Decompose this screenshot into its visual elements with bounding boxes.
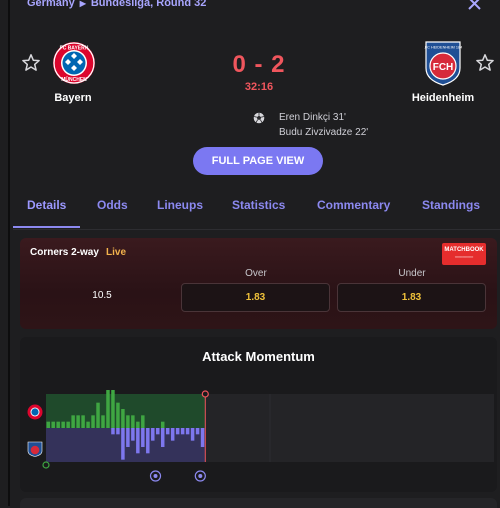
home-momentum-bar [46,421,50,428]
tab-lineups[interactable]: Lineups [157,198,203,212]
active-tab-indicator [13,226,80,228]
tab-statistics[interactable]: Statistics [232,198,285,212]
favorite-away-star-icon[interactable] [475,53,495,73]
favorite-home-star-icon[interactable] [21,53,41,73]
home-momentum-bar [160,421,165,428]
current-minute-marker [201,390,209,398]
away-momentum-bar [190,428,195,441]
heidenheim-mini-crest-icon [27,441,43,457]
goal-ball-icon [253,112,265,124]
away-momentum-bar [121,428,125,460]
away-team-name[interactable]: Heidenheim [393,92,493,104]
away-momentum-bar [180,428,185,435]
goal-scorer-2: Budu Zivzivadze 22' [279,127,369,138]
close-icon[interactable] [465,0,483,15]
match-score: 0 - 2 [232,51,286,78]
momentum-chart [42,390,495,482]
home-momentum-bar [66,421,70,428]
home-momentum-bar [131,415,135,428]
breadcrumb-country[interactable]: Germany [27,0,75,9]
away-momentum-bar [170,428,175,441]
tabs-divider [13,229,500,230]
home-momentum-bar [71,415,75,428]
home-momentum-bar [111,390,115,428]
home-momentum-bar [106,390,110,428]
home-momentum-bar [81,415,85,428]
goal-scorer-1: Eren Dinkçi 31' [279,112,346,123]
matchbook-logo[interactable]: MATCHBOOK ━━━━━━━━━━ [442,243,486,265]
over-column-header: Over [245,268,267,279]
home-momentum-bar [126,415,130,428]
home-momentum-bar [136,421,140,428]
full-page-view-button[interactable]: FULL PAGE VIEW [193,147,323,175]
away-momentum-bar [160,428,165,447]
home-momentum-bar [56,421,60,428]
tab-commentary[interactable]: Commentary [317,198,390,212]
away-momentum-bar [146,428,150,454]
svg-text:1.FC HEIDENHEIM 1846: 1.FC HEIDENHEIM 1846 [424,46,462,50]
away-momentum-bar [131,428,135,441]
away-momentum-bar [185,428,190,435]
over-odds-button[interactable]: 1.83 [181,283,330,312]
home-team-name[interactable]: Bayern [23,92,123,104]
bayern-mini-crest-icon [27,404,43,420]
away-momentum-bar [195,428,200,435]
svg-text:FC BAYERN: FC BAYERN [60,46,89,52]
home-momentum-bar [101,415,105,428]
panel-edge [8,0,10,506]
home-momentum-bar [51,421,55,428]
match-clock: 32:16 [244,81,274,93]
goal-marker-dot [198,474,203,478]
kickoff-marker [42,461,50,469]
away-momentum-bar [141,428,145,447]
away-momentum-bar [175,428,180,435]
odds-market-title: Corners 2-way [30,247,99,258]
tab-details[interactable]: Details [27,198,66,212]
away-momentum-bar [136,428,140,454]
odds-card: Corners 2-way Live MATCHBOOK ━━━━━━━━━━ … [20,238,497,329]
home-momentum-bar [76,415,80,428]
breadcrumb-separator-icon: ▶ [79,0,86,8]
home-momentum-bar [86,421,90,428]
away-momentum-bar [116,428,120,435]
momentum-title: Attack Momentum [202,349,315,364]
home-momentum-bar [116,402,120,428]
away-momentum-bar [126,428,130,447]
live-badge: Live [106,247,127,258]
breadcrumb: Germany ▶ Bundesliga, Round 32 [27,0,206,9]
attack-momentum-card: Attack Momentum [20,337,497,492]
away-momentum-bar [165,428,170,435]
heidenheim-crest-icon: 1.FC HEIDENHEIM 1846 FCH [424,41,462,86]
away-momentum-bar [111,428,115,435]
goal-marker-dot [153,474,158,478]
under-odds-button[interactable]: 1.83 [337,283,486,312]
home-momentum-bar [141,415,145,428]
tab-standings[interactable]: Standings [422,198,480,212]
home-momentum-bar [61,421,65,428]
away-momentum-bar [151,428,155,441]
home-momentum-bar [91,415,95,428]
future-area [205,394,495,462]
home-momentum-bar [96,402,100,428]
tab-odds[interactable]: Odds [97,198,128,212]
corners-line-value: 10.5 [92,290,112,301]
away-momentum-bar [156,428,160,435]
breadcrumb-competition[interactable]: Bundesliga, Round 32 [91,0,207,9]
bayern-crest-icon: FC BAYERN MÜNCHEN [53,42,95,84]
away-momentum-bar [200,428,205,447]
svg-text:FCH: FCH [433,62,454,73]
svg-text:MÜNCHEN: MÜNCHEN [61,76,87,83]
under-column-header: Under [398,268,426,279]
match-tabs: Details Odds Lineups Statistics Commenta… [0,198,500,228]
home-momentum-bar [121,409,125,428]
next-card-edge [20,498,497,508]
